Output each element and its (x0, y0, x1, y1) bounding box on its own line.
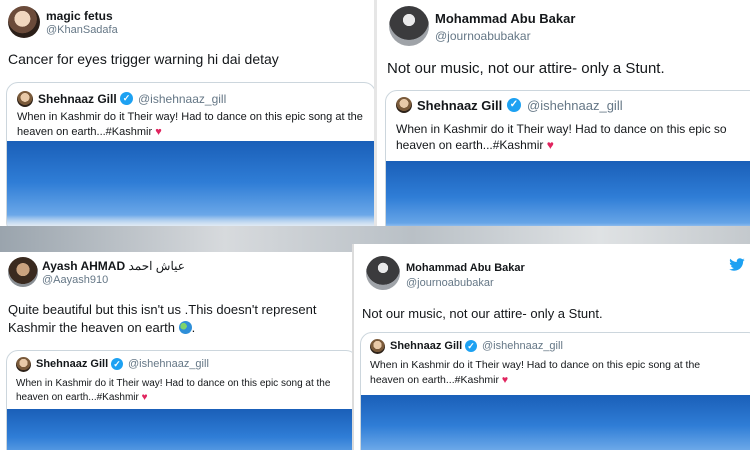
user-handle[interactable]: @KhanSadafa (46, 24, 118, 36)
quoted-video-thumbnail[interactable] (386, 161, 750, 226)
quoted-text-hashtag-line: heaven on earth...#Kashmir (17, 126, 153, 138)
mountain-range (7, 215, 375, 226)
quoted-text-hashtag-line: heaven on earth...#Kashmir (16, 392, 139, 403)
quoted-user-name: Shehnaaz Gill (36, 358, 109, 370)
globe-icon (178, 321, 192, 334)
quoted-avatar (17, 91, 33, 107)
tweet-card-ayash-ahmad[interactable]: Ayash AHMAD عیاش احمد @Aayash910 Quite b… (0, 252, 368, 450)
user-handle[interactable]: @journoabubakar (406, 277, 494, 289)
heart-icon: ♥ (546, 138, 554, 152)
user-name[interactable]: Ayash AHMAD عیاش احمد (42, 259, 185, 273)
user-name-latin: Ayash AHMAD (42, 259, 126, 273)
tweet-text-line-2-words: Kashmir the heaven on earth (8, 320, 175, 335)
tweet-text-line-2: Kashmir the heaven on earth . (8, 320, 195, 335)
quoted-tweet[interactable]: Shehnaaz Gill ✓ @ishehnaaz_gill When in … (6, 82, 376, 226)
quoted-video-thumbnail[interactable] (7, 141, 375, 226)
user-name-arabic: عیاش احمد (128, 259, 185, 273)
user-name[interactable]: Mohammad Abu Bakar (406, 262, 525, 274)
quoted-user-name: Shehnaaz Gill (417, 98, 503, 113)
user-handle[interactable]: @journoabubakar (435, 29, 531, 43)
user-handle[interactable]: @Aayash910 (42, 274, 108, 286)
tweet-card-abu-bakar-bottom[interactable]: Mohammad Abu Bakar @journoabubakar Not o… (352, 244, 750, 450)
heart-icon: ♥ (141, 392, 148, 403)
twitter-logo-icon (729, 258, 745, 271)
user-name[interactable]: magic fetus (46, 9, 113, 23)
quoted-avatar (396, 97, 412, 113)
avatar[interactable] (366, 256, 400, 290)
tweet-text: Cancer for eyes trigger warning hi dai d… (8, 51, 279, 67)
quoted-avatar (370, 339, 385, 354)
quoted-text-hashtag-line: heaven on earth...#Kashmir (370, 374, 499, 386)
user-name[interactable]: Mohammad Abu Bakar (435, 11, 575, 26)
avatar[interactable] (389, 6, 429, 46)
tweet-text-line-1: Quite beautiful but this isn't us .This … (8, 302, 317, 317)
quoted-video-thumbnail[interactable] (7, 409, 357, 450)
quoted-tweet[interactable]: Shehnaaz Gill ✓ @ishehnaaz_gill When in … (6, 350, 358, 450)
quoted-text-line-2: heaven on earth...#Kashmir ♥ (16, 392, 148, 403)
avatar[interactable] (8, 257, 38, 287)
quoted-video-thumbnail[interactable] (361, 395, 750, 450)
tweet-text: Not our music, not our attire- only a St… (387, 60, 665, 77)
verified-badge-icon: ✓ (507, 98, 521, 112)
quoted-text-line-1: When in Kashmir do it Their way! Had to … (16, 378, 331, 389)
avatar[interactable] (8, 6, 40, 38)
tweet-text: Not our music, not our attire- only a St… (362, 306, 603, 321)
quoted-text-line-1: When in Kashmir do it Their way! Had to … (370, 359, 701, 371)
verified-badge-icon: ✓ (465, 340, 477, 352)
heart-icon: ♥ (155, 126, 162, 138)
quoted-text-line-1: When in Kashmir do it Their way! Had to … (17, 111, 363, 123)
quoted-text-hashtag-line: heaven on earth...#Kashmir (396, 138, 544, 152)
tweet-card-abu-bakar-top[interactable]: Mohammad Abu Bakar @journoabubakar Not o… (374, 0, 750, 226)
quoted-text-line-2: heaven on earth...#Kashmir ♥ (17, 126, 162, 138)
tweet-card-magic-fetus[interactable]: magic fetus @KhanSadafa Cancer for eyes … (0, 0, 378, 226)
heart-icon: ♥ (501, 374, 509, 386)
quoted-text-line-1: When in Kashmir do it Their way! Had to … (396, 122, 727, 136)
verified-badge-icon: ✓ (120, 92, 133, 105)
verified-badge-icon: ✓ (111, 358, 123, 370)
quoted-user-name: Shehnaaz Gill (390, 340, 463, 352)
tweet-text-period: . (191, 320, 196, 335)
quoted-user-handle: @ishehnaaz_gill (527, 98, 623, 113)
quoted-avatar (16, 357, 31, 372)
quoted-user-handle: @ishehnaaz_gill (138, 92, 227, 106)
quoted-text-line-2: heaven on earth...#Kashmir ♥ (370, 374, 508, 386)
quoted-tweet[interactable]: Shehnaaz Gill ✓ @ishehnaaz_gill When in … (385, 90, 750, 226)
quoted-user-handle: @ishehnaaz_gill (128, 358, 209, 370)
quoted-user-handle: @ishehnaaz_gill (482, 340, 563, 352)
quoted-tweet[interactable]: Shehnaaz Gill ✓ @ishehnaaz_gill When in … (360, 332, 750, 450)
quoted-text-line-2: heaven on earth...#Kashmir ♥ (396, 138, 554, 152)
quoted-user-name: Shehnaaz Gill (38, 92, 117, 106)
